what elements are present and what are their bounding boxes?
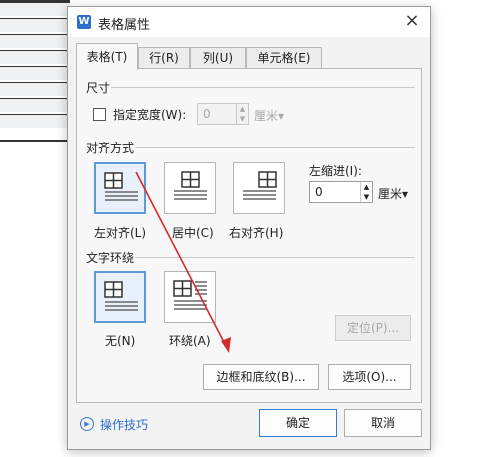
align-left-option[interactable] <box>94 162 146 214</box>
align-right-label: 右对齐(H) <box>229 226 284 240</box>
tab-table[interactable]: 表格(T) <box>76 43 138 70</box>
table-row <box>0 34 70 48</box>
ok-button[interactable]: 确定 <box>259 409 337 437</box>
specify-width-label: 指定宽度(W): <box>113 108 187 122</box>
align-center-icon <box>174 171 207 200</box>
alignment-group-label: 对齐方式 <box>86 141 135 155</box>
borders-shading-button[interactable]: 边框和底纹(B)... <box>203 364 319 390</box>
width-value: 0 <box>203 107 211 121</box>
wrapping-group-label: 文字环绕 <box>86 251 135 265</box>
wps-writer-icon: W <box>77 15 91 29</box>
play-circle-icon[interactable]: ▶ <box>80 417 94 431</box>
table-row <box>0 66 70 80</box>
wrap-around-label: 环绕(A) <box>169 334 211 348</box>
background-table <box>0 0 70 160</box>
tab-cell[interactable]: 单元格(E) <box>246 47 322 69</box>
spin-arrows-icon[interactable]: ▲ ▼ <box>360 182 372 202</box>
align-left-icon <box>104 172 138 201</box>
tips-link[interactable]: 操作技巧 <box>100 416 148 433</box>
close-icon[interactable]: × <box>402 11 422 31</box>
left-indent-stepper[interactable]: 0 ▲ ▼ <box>309 181 373 203</box>
table-row <box>0 18 70 32</box>
table-properties-dialog: W 表格属性 × 表格(T) 行(R) 列(U) 单元格(E) 尺寸 指定宽度(… <box>67 6 431 450</box>
left-indent-value: 0 <box>315 185 323 199</box>
table-tab-panel: 尺寸 指定宽度(W): 0 ▲ ▼ 厘米▾ 对齐方式 左对齐(L) 居中(C) … <box>76 68 422 403</box>
size-group-label: 尺寸 <box>86 81 111 95</box>
wrap-none-option[interactable] <box>94 271 146 323</box>
specify-width-checkbox[interactable] <box>93 108 106 121</box>
title-bar: W 表格属性 × <box>68 7 430 37</box>
left-indent-unit-select[interactable]: 厘米▾ <box>378 185 408 202</box>
width-stepper[interactable]: 0 ▲ ▼ <box>197 103 249 125</box>
table-row <box>0 98 70 112</box>
align-center-label: 居中(C) <box>172 226 214 240</box>
dialog-title: 表格属性 <box>98 18 151 33</box>
cancel-button[interactable]: 取消 <box>344 409 422 437</box>
align-center-option[interactable] <box>164 162 216 214</box>
align-right-option[interactable] <box>233 162 285 214</box>
position-button[interactable]: 定位(P)... <box>335 315 411 341</box>
table-row <box>0 114 70 128</box>
align-left-label: 左对齐(L) <box>94 226 147 240</box>
tab-row[interactable]: 行(R) <box>138 47 190 69</box>
divider <box>111 87 415 88</box>
table-row <box>0 82 70 96</box>
wrap-none-label: 无(N) <box>105 334 136 348</box>
wrap-none-icon <box>104 281 138 311</box>
width-unit-select[interactable]: 厘米▾ <box>254 107 284 124</box>
spin-arrows-icon[interactable]: ▲ ▼ <box>236 104 248 124</box>
align-right-icon <box>243 171 277 200</box>
wrap-around-option[interactable] <box>164 271 216 323</box>
options-button[interactable]: 选项(O)... <box>328 364 411 390</box>
table-row <box>0 2 70 16</box>
tab-column[interactable]: 列(U) <box>190 47 246 69</box>
wrap-around-icon <box>173 280 207 310</box>
divider <box>135 257 415 258</box>
divider <box>135 147 415 148</box>
left-indent-label: 左缩进(I): <box>309 164 362 178</box>
table-row <box>0 50 70 64</box>
